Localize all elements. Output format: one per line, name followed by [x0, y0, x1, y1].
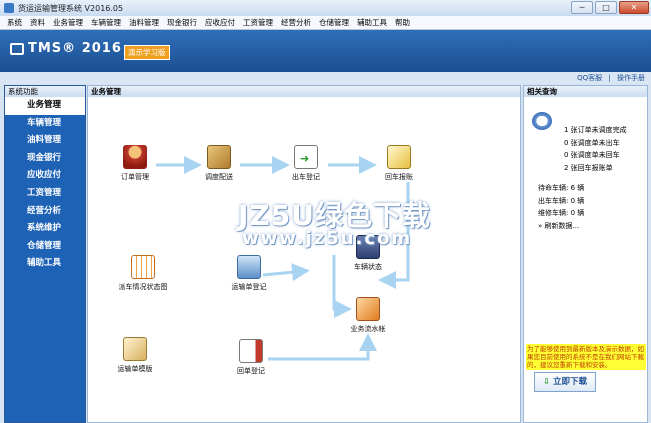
node-vehicle-chart[interactable]: 派车情况状态图	[108, 255, 178, 292]
main-header: 业务管理	[88, 86, 520, 97]
logo-icon	[10, 43, 24, 55]
sidebar-item-business[interactable]: 业务管理	[5, 97, 85, 115]
stat-not-returned[interactable]: 0 张调度单未回车	[564, 149, 627, 162]
manual-link[interactable]: 操作手册	[617, 74, 645, 82]
menu-help[interactable]: 帮助	[391, 17, 414, 28]
stat-undispatched[interactable]: 1 张订单未调度完成	[564, 124, 627, 137]
main-panel: 业务管理 订单管理 调度配送 ➜ 出车登记 回车报账 派车情况状态图 运输单登记…	[87, 85, 521, 423]
node-waybill-register[interactable]: 运输单登记	[214, 255, 284, 292]
sidebar-item-cash[interactable]: 现金银行	[5, 150, 85, 168]
node-dispatch-label: 调度配送	[205, 173, 233, 181]
sidebar-item-maintenance[interactable]: 系统维护	[5, 220, 85, 238]
menu-system[interactable]: 系统	[3, 17, 26, 28]
menu-payroll[interactable]: 工资管理	[239, 17, 277, 28]
book-icon	[207, 145, 231, 169]
stat-repair-vehicles: 维修车辆: 0 辆	[538, 209, 585, 217]
node-receipt[interactable]: 回单登记	[216, 339, 286, 376]
node-depart-label: 出车登记	[292, 173, 320, 181]
node-return[interactable]: 回车报账	[364, 145, 434, 182]
related-query-panel: 相关查询 1 张订单未调度完成 0 张调度单未出车 0 张调度单未回车 2 张回…	[523, 85, 648, 423]
vehicle-stats: 待命车辆: 6 辆 出车车辆: 0 辆 维修车辆: 0 辆 » 刷新数据...	[538, 182, 584, 232]
app-icon	[4, 3, 14, 13]
document-icon	[239, 339, 263, 363]
watermark-url: www.jz5u.com	[242, 228, 413, 249]
calendar-arrow-icon: ➜	[294, 145, 318, 169]
download-button[interactable]: ⇩ 立即下载	[534, 372, 596, 392]
stat-standby-vehicles: 待命车辆: 6 辆	[538, 184, 585, 192]
person-icon	[123, 145, 147, 169]
update-notice: 为了能够使用到最新版本及演示数据，如果您目前使用的系统不是在我们网站下载的，建议…	[526, 344, 646, 370]
node-waybill-template-label: 运输单模版	[117, 365, 153, 373]
workflow-canvas: 订单管理 调度配送 ➜ 出车登记 回车报账 派车情况状态图 运输单登记 车辆状态	[88, 97, 520, 422]
refresh-data-link[interactable]: » 刷新数据...	[538, 220, 584, 233]
menu-fuel[interactable]: 油料管理	[125, 17, 163, 28]
qq-service-link[interactable]: QQ客服	[577, 74, 602, 82]
sidebar-item-fuel[interactable]: 油料管理	[5, 132, 85, 150]
node-waybill-template[interactable]: 运输单模版	[100, 337, 170, 374]
menu-receivable[interactable]: 应收应付	[201, 17, 239, 28]
sidebar-item-receivable[interactable]: 应收应付	[5, 167, 85, 185]
stat-not-departed[interactable]: 0 张调度单未出车	[564, 137, 627, 150]
close-button[interactable]: ✕	[619, 1, 649, 14]
node-order[interactable]: 订单管理	[100, 145, 170, 182]
menu-data[interactable]: 资料	[26, 17, 49, 28]
window-controls: ─ □ ✕	[571, 1, 649, 14]
menu-vehicle[interactable]: 车辆管理	[87, 17, 125, 28]
node-depart[interactable]: ➜ 出车登记	[271, 145, 341, 182]
node-ledger[interactable]: 业务流水帐	[333, 297, 403, 334]
menu-bar: 系统 资料 业务管理 车辆管理 油料管理 现金银行 应收应付 工资管理 经营分析…	[0, 16, 651, 30]
sidebar-item-analysis[interactable]: 经营分析	[5, 203, 85, 221]
banner: TMS® 2016 演示学习版	[0, 30, 651, 72]
maximize-button[interactable]: □	[595, 1, 617, 14]
node-vehicle-status-label: 车辆状态	[354, 263, 382, 271]
documents-icon	[123, 337, 147, 361]
top-link-bar: QQ客服 | 操作手册	[0, 72, 651, 84]
menu-cash[interactable]: 现金银行	[163, 17, 201, 28]
edition-badge: 演示学习版	[124, 45, 170, 60]
sidebar-item-tools[interactable]: 辅助工具	[5, 255, 85, 273]
sidebar-item-vehicle[interactable]: 车辆管理	[5, 115, 85, 133]
computer-icon	[237, 255, 261, 279]
related-query-header: 相关查询	[524, 86, 647, 97]
menu-warehouse[interactable]: 仓储管理	[315, 17, 353, 28]
stat-return-reports[interactable]: 2 张回车报账单	[564, 162, 627, 175]
node-receipt-label: 回单登记	[237, 367, 265, 375]
sidebar: 系统功能 业务管理 车辆管理 油料管理 现金银行 应收应付 工资管理 经营分析 …	[4, 85, 86, 423]
menu-business[interactable]: 业务管理	[49, 17, 87, 28]
window-title: 货运运输管理系统 V2016.05	[18, 3, 124, 13]
menu-tools[interactable]: 辅助工具	[353, 17, 391, 28]
sidebar-item-payroll[interactable]: 工资管理	[5, 185, 85, 203]
stat-out-vehicles: 出车车辆: 0 辆	[538, 196, 585, 205]
minimize-button[interactable]: ─	[571, 1, 593, 14]
node-vehicle-chart-label: 派车情况状态图	[118, 283, 168, 291]
sidebar-item-warehouse[interactable]: 仓储管理	[5, 238, 85, 256]
title-bar: 货运运输管理系统 V2016.05	[0, 0, 651, 16]
menu-analysis[interactable]: 经营分析	[277, 17, 315, 28]
logo-text: TMS® 2016	[28, 41, 122, 56]
node-return-label: 回车报账	[385, 173, 413, 181]
node-waybill-register-label: 运输单登记	[231, 283, 267, 291]
node-ledger-label: 业务流水帐	[350, 325, 386, 333]
download-icon: ⇩	[542, 377, 551, 387]
clipboard-icon	[356, 297, 380, 321]
download-label: 立即下载	[553, 377, 588, 387]
pending-stats: 1 张订单未调度完成 0 张调度单未出车 0 张调度单未回车 2 张回车报账单	[564, 124, 627, 174]
notepad-pen-icon	[387, 145, 411, 169]
sidebar-header: 系统功能	[5, 86, 85, 97]
node-order-label: 订单管理	[121, 173, 149, 181]
calendar-icon	[131, 255, 155, 279]
clock-icon	[532, 112, 552, 130]
node-dispatch[interactable]: 调度配送	[184, 145, 254, 182]
